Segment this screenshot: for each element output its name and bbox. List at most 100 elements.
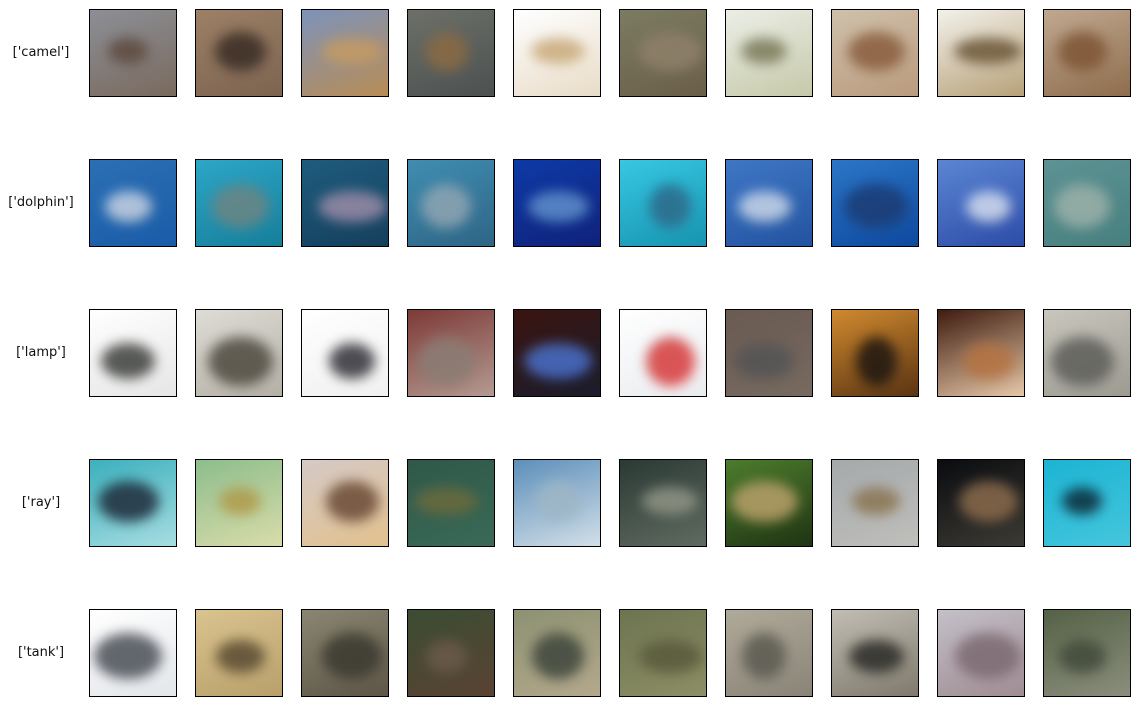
- image-subject: [325, 480, 379, 522]
- image-tile: [89, 459, 177, 547]
- image-subject: [421, 184, 471, 228]
- image-subject: [317, 190, 387, 222]
- image-subject: [94, 633, 162, 679]
- image-subject: [965, 190, 1011, 222]
- image-tile: [937, 309, 1025, 397]
- image-tile: [301, 159, 389, 247]
- image-tile: [937, 9, 1025, 97]
- image-subject: [954, 38, 1022, 64]
- row-label: ['ray']: [21, 495, 61, 510]
- image-tile: [831, 609, 919, 697]
- image-subject: [424, 31, 468, 71]
- image-tile: [831, 309, 919, 397]
- row-label: ['tank']: [17, 645, 65, 660]
- image-subject: [1062, 487, 1102, 515]
- image-subject: [638, 639, 702, 673]
- image-tile: [619, 9, 707, 97]
- image-subject: [855, 336, 897, 386]
- image-tile: [407, 9, 495, 97]
- image-tile: [407, 159, 495, 247]
- image-subject: [321, 38, 383, 64]
- image-tile: [619, 609, 707, 697]
- image-tile: [725, 159, 813, 247]
- image-tile: [89, 9, 177, 97]
- image-tile: [407, 309, 495, 397]
- image-subject: [1058, 639, 1106, 673]
- image-tile: [195, 609, 283, 697]
- image-subject: [742, 633, 786, 679]
- image-subject: [1054, 184, 1110, 228]
- image-subject: [425, 639, 467, 673]
- image-tile: [513, 309, 601, 397]
- image-subject: [737, 190, 791, 222]
- image-subject: [101, 343, 155, 379]
- image-tile: [513, 9, 601, 97]
- image-tile: [513, 459, 601, 547]
- image-subject: [104, 190, 152, 222]
- row-label: ['lamp']: [16, 345, 66, 360]
- image-tile: [1043, 459, 1131, 547]
- image-subject: [414, 487, 478, 515]
- row-label: ['camel']: [12, 45, 70, 60]
- image-tile: [937, 459, 1025, 547]
- image-subject: [645, 336, 695, 386]
- image-subject: [734, 343, 794, 379]
- image-subject: [219, 487, 261, 515]
- image-subject: [214, 31, 266, 71]
- image-subject: [958, 480, 1018, 522]
- image-tile: [407, 459, 495, 547]
- image-subject: [531, 38, 585, 64]
- image-tile: [1043, 159, 1131, 247]
- image-tile: [89, 309, 177, 397]
- image-subject: [527, 190, 589, 222]
- image-tile: [725, 309, 813, 397]
- image-subject: [741, 38, 787, 64]
- image-tile: [1043, 9, 1131, 97]
- image-tile: [195, 309, 283, 397]
- image-subject: [417, 336, 475, 386]
- image-tile: [619, 309, 707, 397]
- image-tile: [1043, 609, 1131, 697]
- image-subject: [97, 480, 159, 522]
- image-tile: [513, 159, 601, 247]
- image-tile: [725, 9, 813, 97]
- image-subject: [535, 480, 581, 522]
- image-subject: [1050, 336, 1114, 386]
- image-tile: [725, 609, 813, 697]
- image-subject: [649, 184, 691, 228]
- image-subject: [215, 639, 265, 673]
- image-subject: [848, 639, 904, 673]
- image-subject: [642, 487, 698, 515]
- image-tile: [1043, 309, 1131, 397]
- image-grid: ['camel'] ['dolphin'] ['lamp'] ['ray'] ['tan…: [0, 0, 1141, 712]
- image-subject: [844, 184, 908, 228]
- image-tile: [937, 609, 1025, 697]
- image-tile: [619, 159, 707, 247]
- image-subject: [329, 343, 375, 379]
- image-tile: [407, 609, 495, 697]
- image-tile: [301, 9, 389, 97]
- image-subject: [211, 184, 269, 228]
- image-tile: [725, 459, 813, 547]
- image-subject: [532, 633, 584, 679]
- image-subject: [1057, 31, 1107, 71]
- image-subject: [108, 38, 148, 64]
- image-subject: [322, 633, 382, 679]
- image-tile: [195, 459, 283, 547]
- image-subject: [524, 343, 592, 379]
- image-subject: [207, 336, 273, 386]
- image-tile: [831, 159, 919, 247]
- image-tile: [301, 609, 389, 697]
- image-tile: [513, 609, 601, 697]
- image-subject: [962, 343, 1014, 379]
- row-label: ['dolphin']: [8, 195, 74, 210]
- image-tile: [195, 159, 283, 247]
- image-tile: [195, 9, 283, 97]
- image-subject: [637, 31, 703, 71]
- image-tile: [619, 459, 707, 547]
- image-subject: [847, 31, 905, 71]
- image-subject: [730, 480, 798, 522]
- image-subject: [955, 633, 1021, 679]
- image-subject: [852, 487, 900, 515]
- image-tile: [831, 9, 919, 97]
